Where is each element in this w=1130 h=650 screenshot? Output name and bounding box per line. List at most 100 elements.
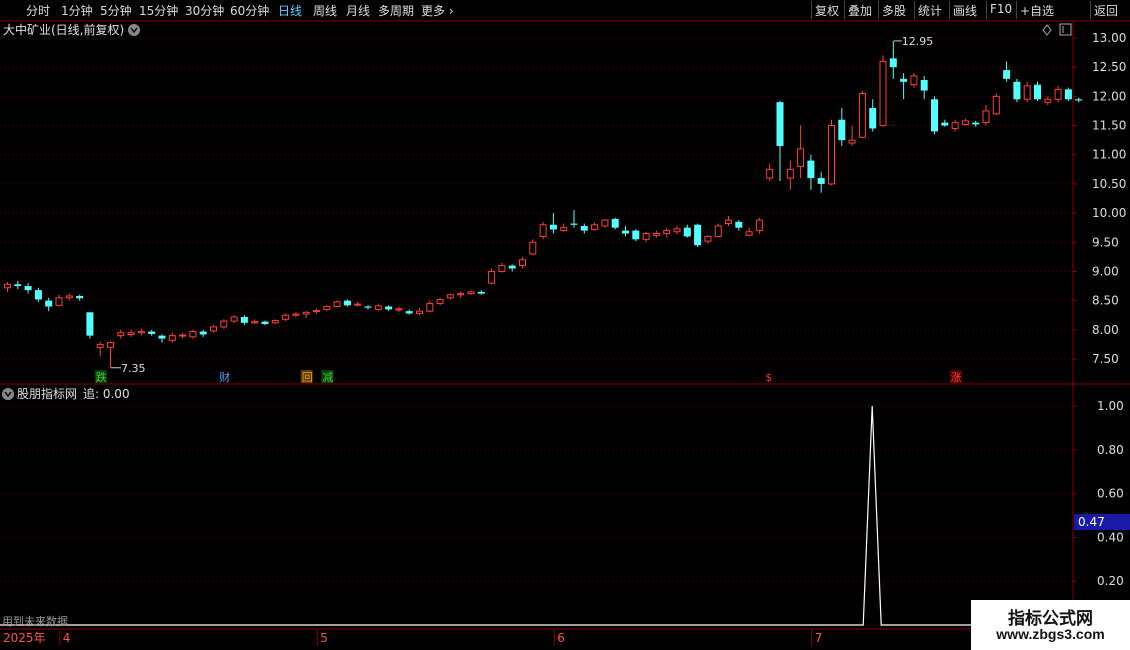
candle-body — [838, 119, 846, 141]
event-marker: $ — [765, 371, 772, 384]
candle-body — [323, 305, 331, 310]
candle-body — [1034, 84, 1041, 100]
price-axis-label: 12.50 — [1092, 60, 1126, 74]
candle-body — [364, 306, 372, 308]
candle-body — [580, 225, 588, 231]
indicator-axis-label: 0.80 — [1097, 443, 1124, 457]
candle-body — [4, 283, 11, 289]
candle-body — [508, 265, 516, 269]
candle-body — [1064, 89, 1072, 100]
candle-body — [972, 122, 980, 125]
price-axis-label: 10.00 — [1092, 206, 1126, 220]
candle-body — [467, 291, 475, 295]
candle-body — [755, 219, 763, 232]
event-marker: 财 — [219, 370, 230, 384]
candle-body — [920, 80, 928, 91]
high-price-label: 12.95 — [902, 35, 934, 48]
indicator-axis-label: 1.00 — [1097, 399, 1124, 413]
candle-body — [127, 332, 135, 335]
candle-body — [333, 301, 341, 307]
candle-body — [34, 290, 42, 300]
candle-body — [992, 95, 1000, 115]
price-axis-label: 12.00 — [1092, 89, 1126, 103]
candle-body — [766, 168, 774, 179]
diamond-icon — [1042, 24, 1052, 36]
candle-body — [385, 306, 393, 310]
candle-body — [65, 295, 73, 299]
candle-body — [869, 108, 877, 129]
candle-body — [1054, 88, 1062, 100]
candle-body — [76, 295, 84, 299]
candle-body — [416, 310, 423, 314]
candle-body — [735, 221, 743, 228]
candle-body — [230, 316, 238, 322]
candle-body — [189, 331, 197, 338]
indicator-value: 追: 0.00 — [83, 386, 130, 401]
candle-body — [889, 58, 897, 68]
price-axis-label: 10.50 — [1092, 177, 1126, 191]
candle-body — [498, 265, 506, 272]
candle-body — [951, 122, 959, 129]
candle-body — [168, 335, 176, 341]
price-axis-label: 11.00 — [1092, 148, 1126, 162]
candle-body — [622, 230, 629, 234]
candle-body — [704, 235, 712, 242]
candle-body — [24, 286, 32, 291]
candle-body — [477, 291, 485, 294]
price-axis-label: 9.00 — [1092, 264, 1119, 278]
candle-body — [117, 332, 125, 337]
candle-body — [261, 321, 269, 324]
candle-body — [354, 303, 362, 306]
candle-body — [426, 303, 434, 312]
candle-body — [220, 320, 228, 328]
candle-body — [1044, 98, 1052, 103]
watermark: 指标公式网 www.zbgs3.com — [971, 600, 1130, 650]
event-marker: 回 — [302, 371, 313, 384]
price-axis-label: 13.00 — [1092, 31, 1126, 45]
candle-body — [549, 224, 557, 230]
candle-body — [446, 294, 454, 299]
candle-body — [560, 227, 568, 232]
main-panel-title: 大中矿业(日线,前复权) — [3, 22, 124, 37]
candle-body — [395, 308, 403, 311]
candle-body — [941, 122, 949, 126]
chevron-down-icon — [2, 388, 14, 400]
candle-body — [694, 224, 702, 246]
candle-body — [961, 120, 969, 125]
candle-body — [282, 314, 290, 320]
event-marker: 跌 — [96, 370, 107, 384]
candle-body — [807, 160, 815, 179]
stock-chart: 13.00 12.50 12.00 11.50 11.00 10.50 10.00 9.50 9… — [0, 20, 1130, 648]
candle-body — [786, 168, 794, 179]
month-label: 6 — [557, 631, 565, 645]
candle-body — [251, 321, 259, 324]
price-axis-label: 11.50 — [1092, 119, 1126, 133]
candle-body — [570, 223, 578, 225]
candle-body — [900, 78, 908, 82]
candle-body — [776, 102, 784, 146]
candle-body — [529, 241, 537, 255]
candle-body — [817, 178, 825, 184]
candle-body — [313, 310, 320, 313]
candle-body — [601, 219, 609, 227]
candle-body — [148, 331, 156, 334]
price-axis-label: 8.00 — [1092, 323, 1119, 337]
month-label: 5 — [320, 631, 328, 645]
candle-body — [158, 335, 166, 339]
candle-body — [632, 230, 640, 240]
indicator-axis-label: 0.40 — [1097, 530, 1124, 544]
event-marker: 涨 — [951, 371, 962, 384]
candle-body — [1023, 85, 1031, 100]
candle-body — [519, 259, 526, 267]
candle-body — [436, 298, 444, 305]
candle-body — [910, 75, 918, 86]
candle-body — [210, 326, 217, 332]
candle-body — [611, 218, 619, 228]
candle-body — [405, 311, 413, 314]
year-label: 2025年 — [3, 631, 46, 645]
indicator-axis-label: 0.60 — [1097, 487, 1124, 501]
indicator-axis-label: 0.20 — [1097, 574, 1124, 588]
candle-body — [302, 311, 310, 315]
candle-body — [1003, 70, 1011, 79]
month-label: 4 — [63, 631, 71, 645]
